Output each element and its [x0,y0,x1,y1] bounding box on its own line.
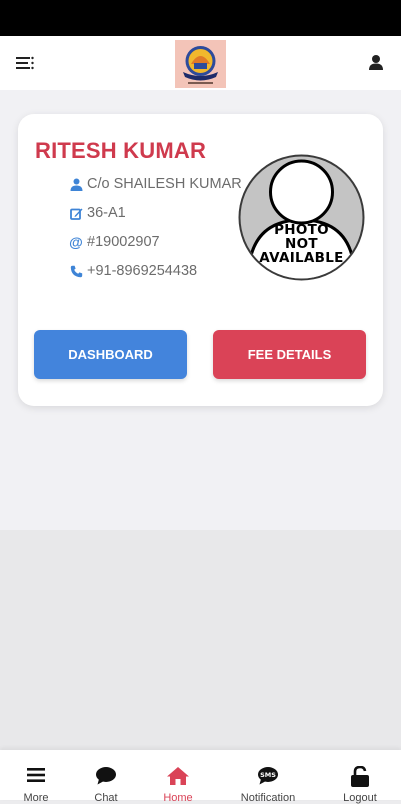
phone-row: +91-8969254438 [69,261,197,281]
chat-icon [96,767,116,785]
nav-chat-label: Chat [94,792,118,804]
guardian-row: C/o SHAILESH KUMAR [69,174,242,194]
student-name: RITESH KUMAR [35,138,207,163]
phone-icon [69,264,83,278]
student-photo: PHOTO NOT AVAILABLE [238,154,365,281]
at-icon: @ [69,234,83,250]
nav-more[interactable]: More [0,750,76,804]
nav-more-label: More [23,792,49,804]
sms-icon: SMS [258,767,278,785]
bottom-navigation: More Chat Home SMS Notification Logout [0,750,401,804]
edit-icon [69,206,83,220]
menu-button[interactable] [14,53,36,73]
person-icon [69,177,83,191]
top-app-bar [0,36,401,90]
phone-number: +91-8969254438 [87,263,198,279]
home-icon [167,767,189,785]
class-section: 36-A1 [87,205,126,221]
nav-notification-label: Notification [240,792,296,804]
roll-number: #19002907 [87,234,160,250]
user-icon [369,55,383,70]
nav-logout-label: Logout [343,792,377,804]
menu-icon [16,56,34,70]
dashboard-button[interactable]: DASHBOARD [34,330,187,379]
nav-logout[interactable]: Logout [320,750,400,804]
nav-home-label: Home [163,792,193,804]
guardian-name: C/o SHAILESH KUMAR [87,176,242,192]
svg-text:SMS: SMS [260,771,276,779]
photo-placeholder-text: PHOTO NOT AVAILABLE [259,222,344,266]
nav-chat[interactable]: Chat [66,750,146,804]
menu-icon [27,768,45,782]
nav-home[interactable]: Home [138,750,218,804]
status-bar [0,0,401,36]
class-row: 36-A1 [69,203,126,223]
profile-button[interactable] [366,53,386,73]
fee-details-button[interactable]: FEE DETAILS [213,330,366,379]
unlock-icon [351,766,369,787]
nav-notification[interactable]: SMS Notification [228,750,308,804]
student-profile-card: RITESH KUMAR C/o SHAILESH KUMAR 36-A1 @ … [18,114,383,406]
empty-area [0,530,401,750]
roll-row: @ #19002907 [69,232,160,252]
school-logo [175,40,226,88]
